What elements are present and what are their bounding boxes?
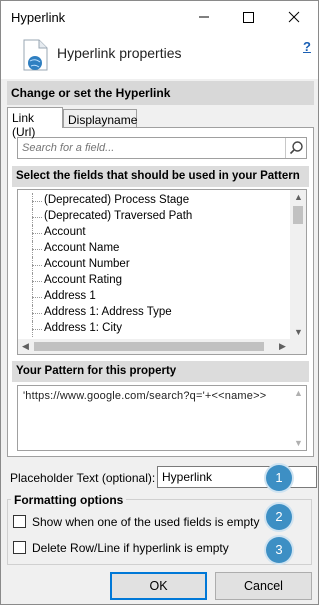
placeholder-input[interactable]: Hyperlink: [157, 466, 317, 488]
formatting-options-title: Formatting options: [11, 493, 127, 507]
maximize-button[interactable]: [233, 5, 263, 29]
show-when-empty-checkbox[interactable]: [13, 515, 26, 528]
tree-item-label: Account Number: [44, 258, 130, 270]
tree-item-label: Account Rating: [44, 274, 122, 286]
close-icon: [288, 11, 300, 23]
tree-item-label: (Deprecated) Process Stage: [44, 194, 190, 206]
search-input[interactable]: [18, 138, 286, 158]
tree-item[interactable]: Account: [18, 225, 292, 241]
tree-item[interactable]: Address 1: Address Type: [18, 305, 292, 321]
tree-item-label: Address 1: City: [44, 322, 122, 334]
tab-link-url[interactable]: Link (Url): [7, 107, 63, 139]
minimize-icon: [199, 16, 209, 18]
title-bar: Hyperlink: [1, 1, 318, 33]
pattern-scrollbar[interactable]: ▲ ▼: [290, 386, 306, 450]
pattern-value: 'https://www.google.com/search?q='+<<nam…: [23, 390, 267, 402]
header-title: Hyperlink properties: [57, 45, 182, 61]
tree-item[interactable]: (Deprecated) Process Stage: [18, 193, 292, 209]
scroll-thumb[interactable]: [34, 342, 264, 351]
search-icon: [289, 141, 303, 155]
ok-button[interactable]: OK: [110, 572, 207, 600]
tab-panel: Select the fields that should be used in…: [7, 127, 314, 457]
tree-item-label: Account: [44, 226, 86, 238]
tab-displayname[interactable]: Displayname: [63, 109, 137, 127]
tree-item[interactable]: Address 1: City: [18, 321, 292, 337]
hyperlink-dialog: Hyperlink Hyperlink properties ? Change …: [0, 0, 319, 605]
scroll-left-icon[interactable]: ◀: [22, 342, 29, 351]
tree-item[interactable]: Address 1: [18, 289, 292, 305]
tree-item-label: Address 1: [44, 290, 96, 302]
pattern-section-title: Your Pattern for this property: [12, 361, 309, 382]
document-globe-icon: [23, 39, 48, 71]
checkbox-label: Delete Row/Line if hyperlink is empty: [32, 541, 229, 555]
dialog-header: Hyperlink properties ?: [1, 33, 318, 79]
fields-section-title: Select the fields that should be used in…: [12, 166, 309, 187]
tree-item-label: Address 1: Address Type: [44, 306, 172, 318]
scroll-down-icon[interactable]: ▼: [294, 439, 303, 448]
callout-badge-1: 1: [266, 465, 292, 491]
tree-item[interactable]: Account Rating: [18, 273, 292, 289]
checkbox-label: Show when one of the used fields is empt…: [32, 515, 260, 529]
callout-badge-2: 2: [266, 504, 292, 530]
maximize-icon: [243, 12, 254, 23]
tree-item-label: (Deprecated) Traversed Path: [44, 210, 193, 222]
window-title: Hyperlink: [11, 10, 66, 25]
group-title: Change or set the Hyperlink: [7, 81, 314, 105]
minimize-button[interactable]: [189, 5, 219, 29]
cancel-button[interactable]: Cancel: [215, 572, 312, 600]
search-button[interactable]: [285, 138, 306, 158]
field-tree: (Deprecated) Process Stage (Deprecated) …: [17, 189, 307, 355]
help-link[interactable]: ?: [303, 39, 311, 54]
scroll-up-icon[interactable]: ▲: [294, 389, 303, 398]
callout-badge-3: 3: [266, 537, 292, 563]
scroll-thumb[interactable]: [293, 206, 303, 224]
tree-horizontal-scrollbar[interactable]: ◀ ▶: [18, 339, 292, 354]
tree-item-label: Account Name: [44, 242, 120, 254]
scroll-up-icon[interactable]: ▲: [294, 193, 303, 202]
tree-vertical-scrollbar[interactable]: ▲ ▼: [290, 190, 306, 340]
tree-item[interactable]: Account Number: [18, 257, 292, 273]
placeholder-label: Placeholder Text (optional):: [10, 471, 156, 485]
scroll-down-icon[interactable]: ▼: [294, 328, 303, 337]
delete-row-checkbox[interactable]: [13, 541, 26, 554]
scroll-right-icon[interactable]: ▶: [279, 342, 286, 351]
pattern-textarea[interactable]: 'https://www.google.com/search?q='+<<nam…: [17, 385, 307, 451]
search-box: [17, 137, 307, 159]
tree-item[interactable]: Account Name: [18, 241, 292, 257]
close-button[interactable]: [279, 5, 309, 29]
tree-item[interactable]: (Deprecated) Traversed Path: [18, 209, 292, 225]
